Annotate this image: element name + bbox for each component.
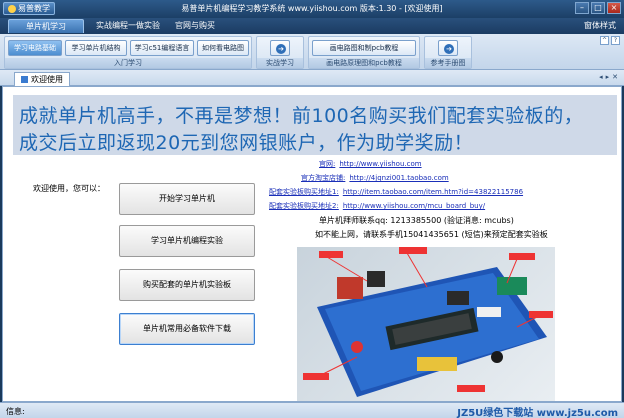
next-icon[interactable]: ▸ — [606, 73, 610, 81]
welcome-greeting: 欢迎使用，您可以： — [33, 184, 105, 193]
link-row: 配套实验板购买地址2: http://www.yiishou.com/mcu_bo… — [269, 201, 485, 211]
banner-line-2: 成交后立即返现20元到您网银账户，作为助学奖励！ — [19, 132, 474, 154]
start-learning-button[interactable]: 开始学习单片机 — [119, 183, 255, 215]
link-row: 官网: http://www.yiishou.com — [319, 159, 422, 169]
link-label: 配套实验板购买地址2: — [269, 202, 339, 210]
menu-bar: 单片机学习 实战编程一做实验 官网与购买 窗体样式 — [0, 18, 624, 34]
link-label: 官方淘宝店铺: — [301, 174, 346, 182]
group-caption: 画电路原理图和pcb教程 — [309, 58, 419, 68]
read-schematic-button[interactable]: 如何看电路图 — [197, 40, 249, 56]
status-bar: 信息: JZ5U绿色下载站 www.jz5u.com — [0, 402, 624, 418]
page-icon — [21, 76, 28, 83]
link-url[interactable]: http://item.taobao.com/item.htm?id=43822… — [343, 188, 523, 196]
close-icon[interactable]: × — [607, 2, 621, 14]
pcb-tutorial-button[interactable]: 画电路图和制pcb教程 — [312, 40, 416, 56]
ribbon-controls: ^ ? — [600, 36, 620, 45]
link-row: 官方淘宝店铺: http://4jqnzi001.taobao.com — [301, 173, 449, 183]
group-caption: 实战学习 — [257, 58, 303, 68]
arrow-right-icon: ➔ — [444, 44, 454, 54]
qq-contact: 单片机拜师联系qq: 1213385500 (验证消息: mcubs) — [319, 216, 514, 225]
watermark-text: JZ5U绿色下载站 www.jz5u.com — [457, 408, 618, 418]
link-row: 配套实验板购买地址1: http://item.taobao.com/item.h… — [269, 187, 523, 197]
phone-contact: 如不能上网，请联系手机15041435651 (短信)来预定配套实验板 — [315, 230, 548, 239]
ribbon-collapse-icon[interactable]: ^ — [600, 36, 609, 45]
reference-button[interactable]: ➔ — [438, 40, 458, 56]
document-tab-bar: 欢迎使用 ◂ ▸ ✕ — [0, 70, 624, 86]
tab-welcome-label: 欢迎使用 — [31, 74, 63, 84]
prev-icon[interactable]: ◂ — [599, 73, 603, 81]
link-label: 配套实验板购买地址1: — [269, 188, 339, 196]
link-url[interactable]: http://4jqnzi001.taobao.com — [349, 174, 448, 182]
buy-board-button[interactable]: 购买配套的单片机实验板 — [119, 269, 255, 301]
window-title: 易普单片机编程学习教学系统 www.yiishou.com 版本:1.30 - … — [181, 4, 443, 13]
download-software-button[interactable]: 单片机常用必备软件下载 — [119, 313, 255, 345]
banner-line-1: 成就单片机高手，不再是梦想！前100名购买我们配套实验板的， — [19, 105, 584, 127]
programming-lab-button[interactable]: 学习单片机编程实验 — [119, 225, 255, 257]
practice-button[interactable]: ➔ — [270, 40, 290, 56]
promo-banner: 成就单片机高手，不再是梦想！前100名购买我们配套实验板的， 成交后立即返现20… — [13, 95, 617, 155]
learn-mcu-structure-button[interactable]: 学习单片机结构 — [65, 40, 127, 56]
board-image-icon — [303, 247, 553, 397]
arrow-right-icon: ➔ — [276, 44, 286, 54]
status-label: 信息: — [6, 407, 25, 416]
learn-circuit-button[interactable]: 学习电路基础 — [8, 40, 62, 56]
ribbon-group-intro: 学习电路基础 学习单片机结构 学习c51编程语言 如何看电路图 入门学习 — [4, 36, 252, 69]
board-photo — [297, 247, 555, 401]
learn-c51-button[interactable]: 学习c51编程语言 — [130, 40, 194, 56]
ribbon: 学习电路基础 学习单片机结构 学习c51编程语言 如何看电路图 入门学习 ➔ 实… — [0, 34, 624, 70]
content-area: 成就单片机高手，不再是梦想！前100名购买我们配套实验板的， 成交后立即返现20… — [2, 86, 622, 402]
link-url[interactable]: http://www.yiishou.com — [339, 160, 421, 168]
tab-official-buy[interactable]: 官网与购买 — [170, 19, 220, 33]
window-controls: – □ × — [575, 2, 621, 14]
minimize-icon[interactable]: – — [575, 2, 589, 14]
doc-controls: ◂ ▸ ✕ — [599, 73, 618, 81]
title-bar: 易普教学 易普单片机编程学习教学系统 www.yiishou.com 版本:1.… — [0, 0, 624, 18]
tab-mcu-learning[interactable]: 单片机学习 — [8, 19, 84, 33]
help-icon[interactable]: ? — [611, 36, 620, 45]
group-caption: 参考手册图 — [425, 58, 471, 68]
tab-welcome[interactable]: 欢迎使用 — [14, 72, 70, 86]
ribbon-group-reference: ➔ 参考手册图 — [424, 36, 472, 69]
link-label: 官网: — [319, 160, 336, 168]
window-style-menu[interactable]: 窗体样式 — [584, 20, 616, 31]
tab-practice[interactable]: 实战编程一做实验 — [92, 19, 164, 33]
close-tab-icon[interactable]: ✕ — [612, 73, 618, 81]
maximize-icon[interactable]: □ — [591, 2, 605, 14]
ribbon-group-practice: ➔ 实战学习 — [256, 36, 304, 69]
ribbon-group-pcb: 画电路图和制pcb教程 画电路原理图和pcb教程 — [308, 36, 420, 69]
group-caption: 入门学习 — [5, 58, 251, 68]
link-url[interactable]: http://www.yiishou.com/mcu_board_buy/ — [343, 202, 485, 210]
